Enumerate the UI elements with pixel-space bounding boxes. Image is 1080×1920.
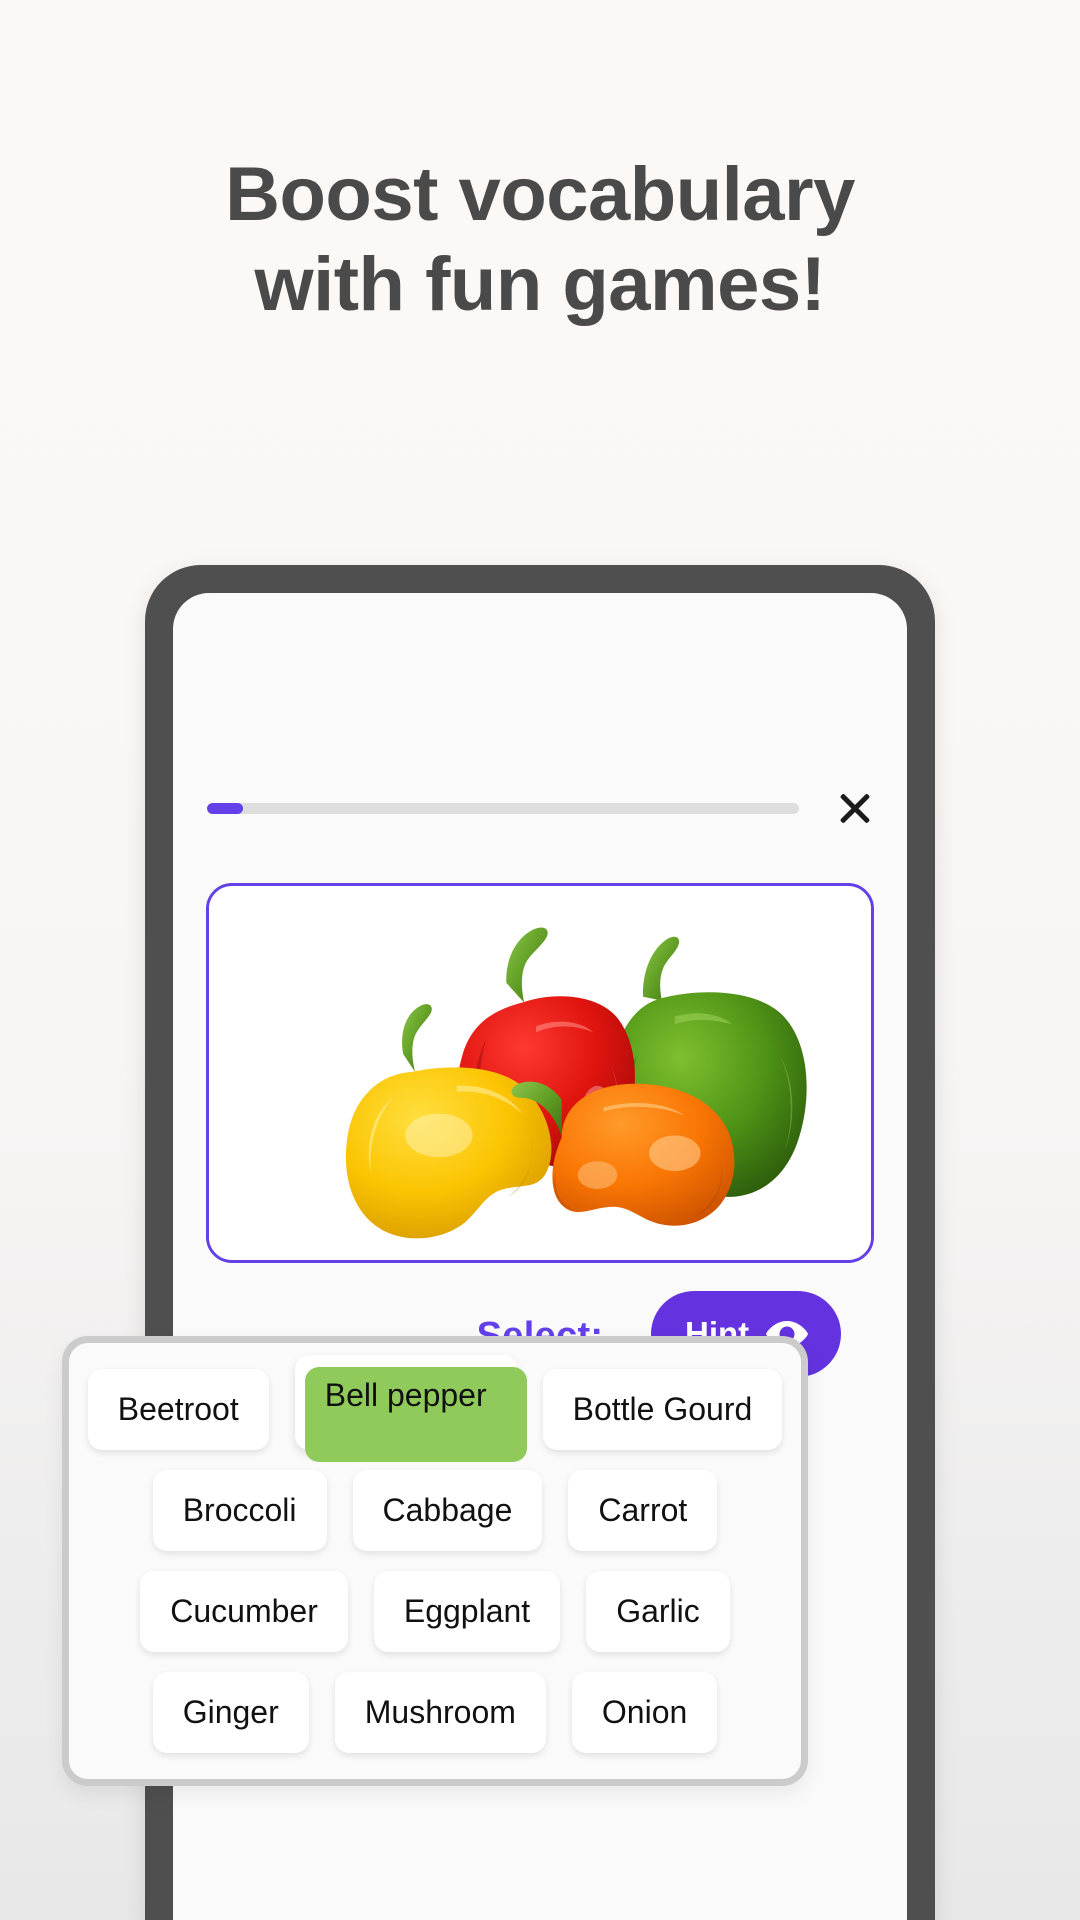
answer-option[interactable]: Bottle Gourd [542,1369,783,1450]
headline-line-2: with fun games! [254,241,826,327]
progress-bar[interactable] [207,802,799,814]
answer-row: Beetroot Bell pepper Bottle Gourd [87,1355,783,1462]
answer-option[interactable]: Eggplant [373,1571,561,1652]
progress-bar-fill [207,802,243,814]
answer-option[interactable]: Garlic [586,1571,730,1652]
quiz-topbar [173,778,907,838]
answer-option[interactable]: Bell pepper [294,1355,527,1462]
close-icon[interactable] [829,782,881,834]
bell-peppers-photo [209,887,871,1259]
answer-option[interactable]: Beetroot [87,1369,269,1450]
answer-row: Cucumber Eggplant Garlic [89,1571,781,1652]
headline-line-1: Boost vocabulary [225,152,855,237]
answer-option[interactable]: Cucumber [140,1571,348,1652]
answer-options-panel: Beetroot Bell pepper Bottle Gourd Broccoli C… [62,1336,808,1786]
question-image-card [206,883,874,1263]
answer-option[interactable]: Onion [571,1672,718,1753]
answer-option[interactable]: Cabbage [352,1470,543,1551]
answer-option[interactable]: Broccoli [152,1470,327,1551]
answer-option[interactable]: Ginger [152,1672,309,1753]
answer-option[interactable]: Mushroom [334,1672,546,1753]
answer-row: Broccoli Cabbage Carrot [89,1470,781,1551]
answer-row: Ginger Mushroom Onion [89,1672,781,1753]
page-title: Boost vocabulary with fun games! [0,150,1080,329]
answer-option[interactable]: Carrot [568,1470,718,1551]
